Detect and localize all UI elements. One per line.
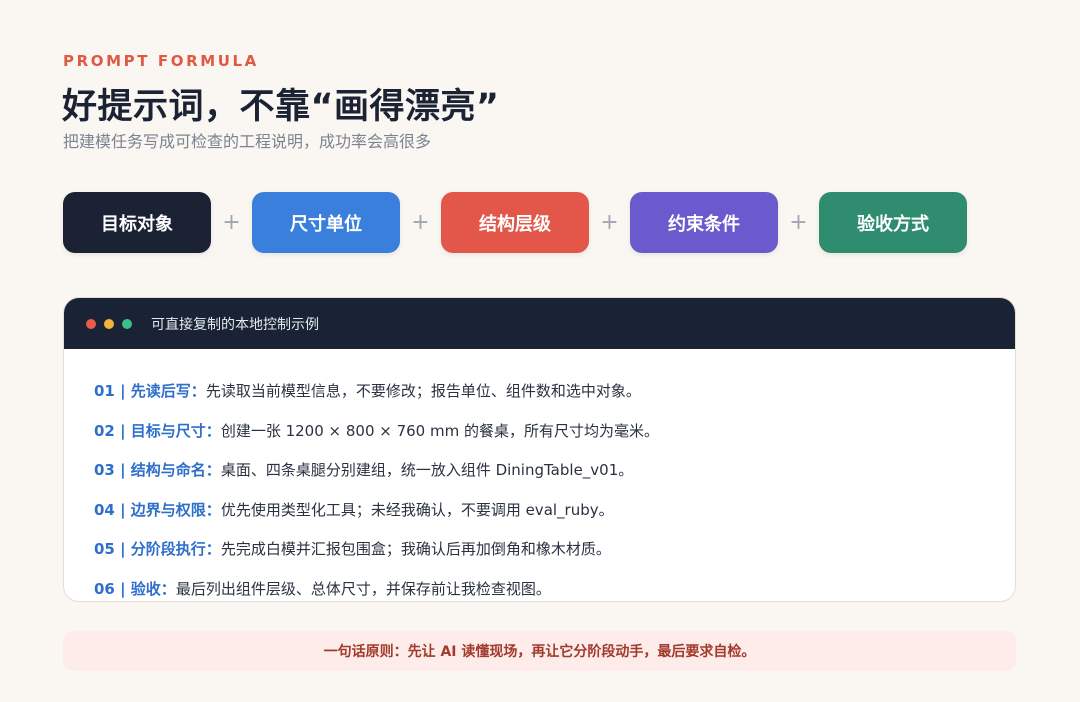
window-dot-yellow-icon (104, 318, 114, 329)
formula-pill-constraints: 约束条件 (630, 192, 778, 253)
formula-pill-units: 尺寸单位 (252, 192, 400, 253)
list-item: 03 | 结构与命名： 桌面、四条桌腿分别建组，统一放入组件 DiningTab… (64, 450, 1015, 490)
list-item-text: 优先使用类型化工具；未经我确认，不要调用 eval_ruby。 (220, 500, 614, 519)
plus-icon: + (222, 210, 241, 235)
list-item-label: 02 | 目标与尺寸： (94, 421, 221, 440)
list-item-text: 最后列出组件层级、总体尺寸，并保存前让我检查视图。 (175, 579, 551, 598)
list-item: 01 | 先读后写： 先读取当前模型信息，不要修改；报告单位、组件数和选中对象。 (64, 371, 1015, 411)
list-item: 04 | 边界与权限： 优先使用类型化工具；未经我确认，不要调用 eval_ru… (64, 490, 1015, 530)
list-item: 06 | 验收： 最后列出组件层级、总体尺寸，并保存前让我检查视图。 (64, 569, 1015, 602)
plus-icon: + (600, 210, 619, 235)
example-card-header: 可直接复制的本地控制示例 (64, 298, 1015, 349)
formula-row: 目标对象 + 尺寸单位 + 结构层级 + 约束条件 + 验收方式 (63, 192, 967, 253)
page-title: 好提示词，不靠“画得漂亮” (62, 87, 500, 127)
list-item-text: 先完成白模并汇报包围盒；我确认后再加倒角和橡木材质。 (220, 540, 611, 559)
formula-pill-structure: 结构层级 (441, 192, 589, 253)
page-subtitle: 把建模任务写成可检查的工程说明，成功率会高很多 (63, 132, 432, 151)
list-item-label: 05 | 分阶段执行： (94, 540, 221, 559)
list-item: 02 | 目标与尺寸： 创建一张 1200 × 800 × 760 mm 的餐桌… (64, 411, 1015, 451)
plus-icon: + (789, 210, 808, 235)
principle-banner: 一句话原则：先让 AI 读懂现场，再让它分阶段动手，最后要求自检。 (63, 631, 1016, 671)
example-card: 可直接复制的本地控制示例 01 | 先读后写： 先读取当前模型信息，不要修改；报… (63, 297, 1016, 602)
window-dot-red-icon (86, 318, 96, 329)
example-list: 01 | 先读后写： 先读取当前模型信息，不要修改；报告单位、组件数和选中对象。… (64, 349, 1015, 602)
list-item-label: 01 | 先读后写： (94, 382, 206, 401)
list-item-text: 桌面、四条桌腿分别建组，统一放入组件 DiningTable_v01。 (220, 461, 634, 480)
list-item: 05 | 分阶段执行： 先完成白模并汇报包围盒；我确认后再加倒角和橡木材质。 (64, 529, 1015, 569)
list-item-label: 03 | 结构与命名： (94, 461, 221, 480)
eyebrow-label: PROMPT FORMULA (63, 52, 259, 70)
list-item-text: 创建一张 1200 × 800 × 760 mm 的餐桌，所有尺寸均为毫米。 (220, 421, 659, 440)
formula-pill-acceptance: 验收方式 (819, 192, 967, 253)
formula-pill-target: 目标对象 (63, 192, 211, 253)
example-card-title: 可直接复制的本地控制示例 (151, 316, 319, 333)
list-item-label: 06 | 验收： (94, 579, 176, 598)
window-dot-green-icon (122, 318, 132, 329)
list-item-text: 先读取当前模型信息，不要修改；报告单位、组件数和选中对象。 (205, 382, 641, 401)
list-item-label: 04 | 边界与权限： (94, 500, 221, 519)
plus-icon: + (411, 210, 430, 235)
